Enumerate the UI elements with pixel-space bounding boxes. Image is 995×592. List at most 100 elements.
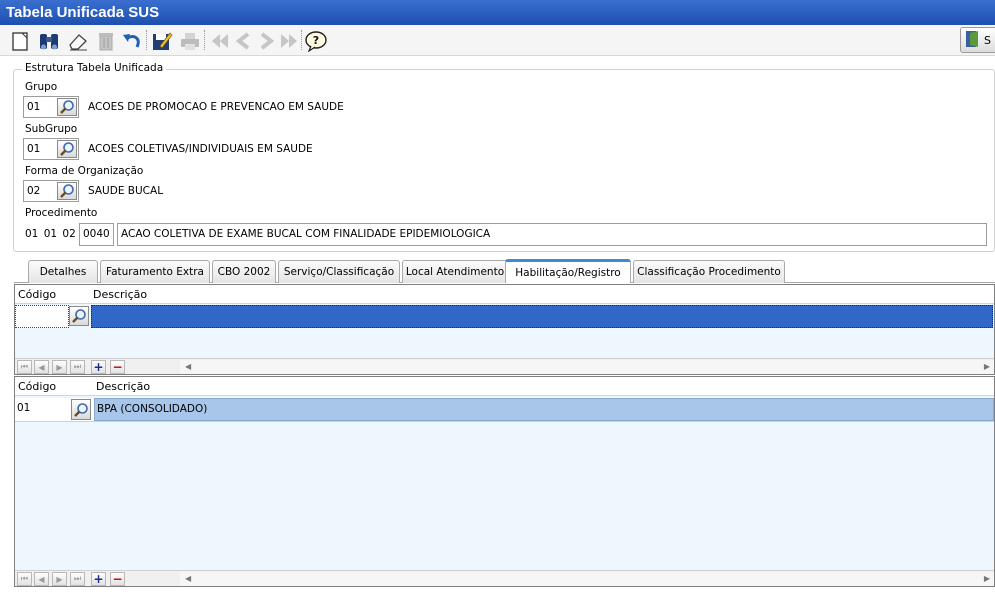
window-title: Tabela Unificada SUS: [0, 0, 995, 25]
first-record-icon: ⏮: [20, 574, 29, 583]
magnifier-icon: [60, 100, 74, 114]
row-lookup-button[interactable]: [69, 306, 89, 326]
subgrupo-code-field[interactable]: 01: [23, 138, 79, 160]
magnifier-icon: [60, 184, 74, 198]
plus-icon: +: [93, 572, 104, 586]
column-header-descricao[interactable]: Descrição: [96, 380, 150, 393]
first-icon[interactable]: [208, 29, 232, 53]
tab-faturamento-extra[interactable]: Faturamento Extra: [100, 260, 210, 283]
code-cell[interactable]: 01: [15, 398, 69, 421]
add-row-button[interactable]: +: [91, 572, 106, 586]
grid-navigator: ⏮ ◀ ▶ ⏭ + − ◀ ▶: [15, 358, 994, 374]
edit-icon[interactable]: [150, 29, 174, 53]
structure-legend: Estrutura Tabela Unificada: [22, 62, 167, 74]
first-record-icon: ⏮: [20, 362, 29, 371]
tab-cbo-2002[interactable]: CBO 2002: [212, 260, 276, 283]
new-icon[interactable]: [8, 29, 32, 53]
column-header-codigo[interactable]: Código: [18, 380, 56, 393]
nav-first-button[interactable]: ⏮: [17, 572, 32, 586]
eraser-icon[interactable]: [66, 29, 90, 53]
exit-button[interactable]: S: [960, 27, 995, 53]
trash-icon[interactable]: [94, 29, 118, 53]
description-cell[interactable]: BPA (CONSOLIDADO): [94, 398, 994, 421]
forma-lookup-button[interactable]: [57, 182, 77, 200]
exit-label: S: [984, 33, 991, 47]
grupo-code-value: 01: [27, 101, 41, 113]
prev-record-icon: ◀: [38, 362, 45, 372]
next-record-icon: ▶: [56, 362, 63, 372]
nav-prev-button[interactable]: ◀: [34, 572, 49, 586]
nav-prev-button[interactable]: ◀: [34, 360, 49, 374]
grid-header: Código Descrição: [15, 285, 994, 304]
grupo-description: ACOES DE PROMOCAO E PREVENCAO EM SAUDE: [88, 101, 344, 113]
forma-description: SAUDE BUCAL: [88, 185, 164, 197]
forma-label: Forma de Organização: [25, 165, 144, 177]
minus-icon: −: [112, 360, 123, 374]
grupo-code-field[interactable]: 01: [23, 96, 79, 118]
scroll-left-icon: ◀: [185, 574, 192, 583]
last-record-icon: ⏭: [73, 362, 82, 371]
nav-first-button[interactable]: ⏮: [17, 360, 32, 374]
toolbar-separator: [301, 30, 302, 50]
table-row[interactable]: [15, 305, 994, 328]
description-cell[interactable]: [91, 305, 993, 328]
table-row[interactable]: 01 BPA (CONSOLIDADO): [15, 398, 994, 422]
horizontal-scrollbar[interactable]: ◀ ▶: [180, 572, 994, 586]
subgrupo-code-value: 01: [27, 143, 41, 155]
forma-code-field[interactable]: 02: [23, 180, 79, 202]
add-row-button[interactable]: +: [91, 360, 106, 374]
scroll-right-icon: ▶: [983, 362, 990, 371]
remove-row-button[interactable]: −: [110, 360, 125, 374]
remove-row-button[interactable]: −: [110, 572, 125, 586]
search-binoculars-icon[interactable]: [37, 29, 61, 53]
horizontal-scrollbar[interactable]: ◀ ▶: [180, 360, 994, 374]
svg-text:?: ?: [313, 34, 319, 47]
grupo-lookup-button[interactable]: [57, 98, 77, 116]
subgrupo-lookup-button[interactable]: [57, 140, 77, 158]
tab-habilitacao-registro[interactable]: Habilitação/Registro: [505, 259, 631, 283]
procedimento-description-field[interactable]: ACAO COLETIVA DE EXAME BUCAL COM FINALID…: [117, 223, 987, 246]
habilitacao-grid: Código Descrição ⏮ ◀ ▶ ⏭ + − ◀ ▶: [14, 284, 995, 375]
magnifier-icon: [72, 309, 86, 323]
nav-next-button[interactable]: ▶: [52, 360, 67, 374]
procedimento-code-field[interactable]: 0040: [79, 223, 114, 246]
toolbar-separator: [204, 30, 205, 50]
column-header-descricao[interactable]: Descrição: [93, 288, 147, 301]
nav-last-button[interactable]: ⏭: [70, 572, 85, 586]
grupo-label: Grupo: [25, 81, 58, 93]
grid-navigator: ⏮ ◀ ▶ ⏭ + − ◀ ▶: [15, 570, 994, 586]
next-icon[interactable]: [254, 29, 278, 53]
nav-last-button[interactable]: ⏭: [70, 360, 85, 374]
minus-icon: −: [112, 572, 123, 586]
row-lookup-button[interactable]: [71, 399, 91, 420]
last-record-icon: ⏭: [73, 574, 82, 583]
scroll-left-icon: ◀: [185, 362, 192, 371]
tab-classificacao-procedimento[interactable]: Classificação Procedimento: [633, 260, 785, 283]
plus-icon: +: [93, 360, 104, 374]
tab-local-atendimento[interactable]: Local Atendimento: [402, 260, 508, 283]
subgrupo-description: ACOES COLETIVAS/INDIVIDUAIS EM SAUDE: [88, 143, 313, 155]
prev-record-icon: ◀: [38, 574, 45, 584]
procedimento-label: Procedimento: [25, 207, 98, 219]
help-icon[interactable]: ?: [304, 29, 328, 53]
code-cell-input[interactable]: [15, 305, 69, 328]
exit-icon: [964, 29, 982, 52]
nav-next-button[interactable]: ▶: [52, 572, 67, 586]
grid-header: Código Descrição: [15, 377, 994, 396]
scroll-right-icon: ▶: [983, 574, 990, 583]
magnifier-icon: [60, 142, 74, 156]
procedimento-parts: 01 01 02: [25, 228, 76, 240]
magnifier-icon: [74, 402, 88, 417]
undo-icon[interactable]: [120, 29, 144, 53]
subgrupo-label: SubGrupo: [25, 123, 78, 135]
tab-servico-classificacao[interactable]: Serviço/Classificação: [278, 260, 400, 283]
print-icon[interactable]: [178, 29, 202, 53]
tab-detalhes[interactable]: Detalhes: [28, 260, 98, 283]
previous-icon[interactable]: [232, 29, 256, 53]
toolbar: ? S: [0, 25, 995, 56]
toolbar-separator: [146, 30, 147, 50]
registro-grid: Código Descrição 01 BPA (CONSOLIDADO) ⏮ …: [14, 376, 995, 587]
column-header-codigo[interactable]: Código: [18, 288, 56, 301]
last-icon[interactable]: [277, 29, 301, 53]
next-record-icon: ▶: [56, 574, 63, 584]
